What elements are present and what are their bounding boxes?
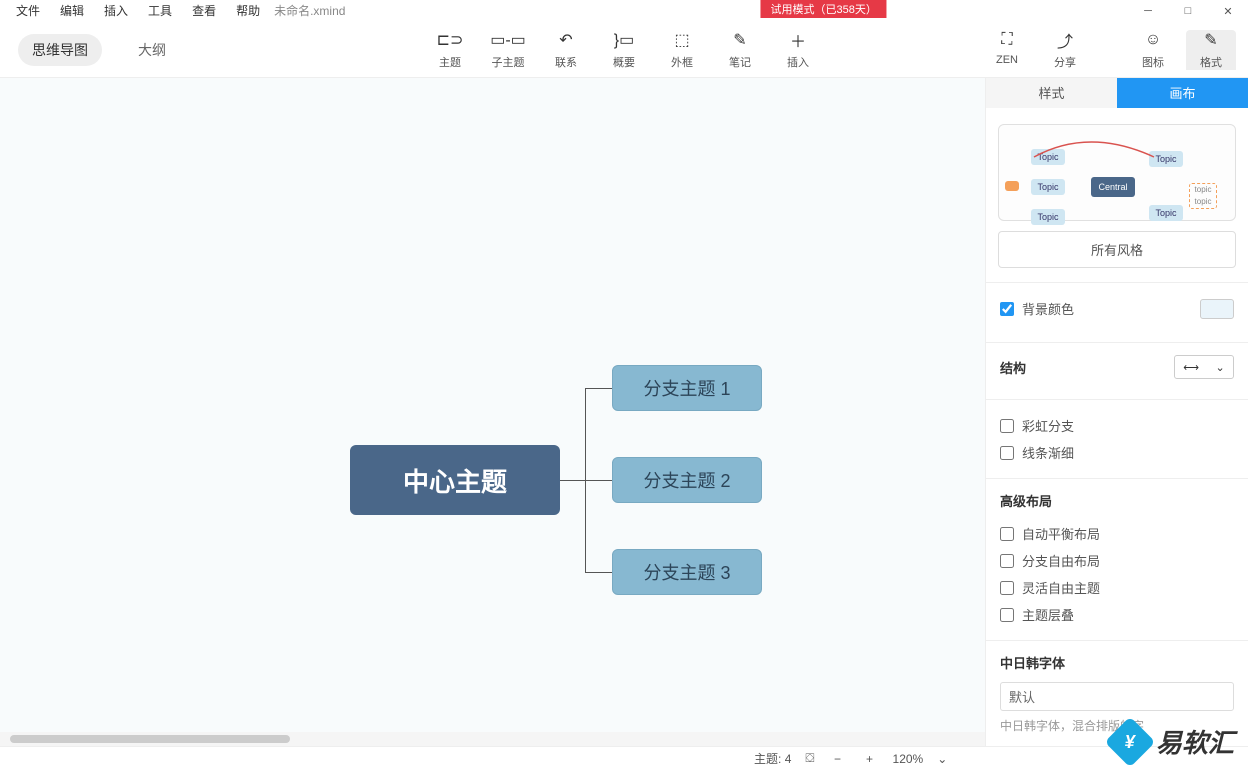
auto-balance-checkbox[interactable]: 自动平衡布局 bbox=[1000, 520, 1234, 547]
tool-insert[interactable]: ＋插入 bbox=[773, 30, 823, 70]
zoom-out-button[interactable]: − bbox=[829, 752, 847, 766]
free-topic-checkbox[interactable]: 灵活自由主题 bbox=[1000, 574, 1234, 601]
tool-summary[interactable]: }▭概要 bbox=[599, 30, 649, 70]
smile-icon: ☺ bbox=[1145, 30, 1161, 50]
structure-select[interactable]: ⟷⌄ bbox=[1174, 355, 1234, 379]
tool-relation[interactable]: ↶联系 bbox=[541, 30, 591, 70]
chevron-down-icon[interactable]: ⌄ bbox=[937, 752, 947, 766]
connector bbox=[585, 480, 612, 481]
tool-boundary[interactable]: ⬚外框 bbox=[657, 30, 707, 70]
plus-icon: ＋ bbox=[790, 30, 806, 50]
cjk-font-hint: 中日韩字体，混合排版的字 bbox=[1000, 717, 1234, 734]
branch-topic-2[interactable]: 分支主题 2 bbox=[612, 457, 762, 503]
maximize-button[interactable]: □ bbox=[1168, 0, 1208, 22]
boundary-icon: ⬚ bbox=[674, 30, 689, 50]
subtopic-icon: ▭-▭ bbox=[490, 30, 526, 50]
zen-icon: ⛶ bbox=[1001, 30, 1012, 50]
sidebar-tab-canvas[interactable]: 画布 bbox=[1117, 78, 1248, 108]
menu-view[interactable]: 查看 bbox=[182, 0, 226, 21]
zoom-level[interactable]: 120% bbox=[893, 752, 924, 766]
canvas[interactable]: 中心主题 分支主题 1 分支主题 2 分支主题 3 bbox=[0, 78, 986, 746]
tool-note[interactable]: ✎笔记 bbox=[715, 30, 765, 70]
menu-tools[interactable]: 工具 bbox=[138, 0, 182, 21]
menubar: 文件 编辑 插入 工具 查看 帮助 未命名.xmind bbox=[0, 0, 1248, 22]
preview-central: Central bbox=[1091, 177, 1135, 197]
tool-zen[interactable]: ⛶ZEN bbox=[982, 30, 1032, 70]
horizontal-scrollbar[interactable] bbox=[0, 732, 985, 746]
theme-preview[interactable]: Central Topic Topic Topic Topic Topic to… bbox=[998, 124, 1236, 221]
note-icon: ✎ bbox=[733, 30, 746, 50]
all-styles-button[interactable]: 所有风格 bbox=[998, 231, 1236, 268]
overlap-checkbox[interactable]: 主题层叠 bbox=[1000, 601, 1234, 628]
preview-relation-arc bbox=[1029, 135, 1159, 165]
free-branch-checkbox[interactable]: 分支自由布局 bbox=[1000, 547, 1234, 574]
advanced-layout-title: 高级布局 bbox=[1000, 491, 1234, 510]
tool-topic[interactable]: ⊏⊃主题 bbox=[425, 30, 475, 70]
connector bbox=[560, 480, 585, 481]
zoom-in-button[interactable]: + bbox=[861, 752, 879, 766]
topic-count-label: 主题: 4 bbox=[754, 750, 791, 767]
scrollbar-thumb[interactable] bbox=[10, 735, 290, 743]
minimize-button[interactable]: ─ bbox=[1128, 0, 1168, 22]
structure-icon: ⟷ bbox=[1183, 361, 1199, 374]
main-area: 中心主题 分支主题 1 分支主题 2 分支主题 3 样式 画布 Central … bbox=[0, 78, 1248, 746]
preview-sub: topic bbox=[1191, 197, 1215, 207]
map-icon[interactable]: ⛋ bbox=[805, 751, 814, 766]
menu-help[interactable]: 帮助 bbox=[226, 0, 270, 21]
bg-color-checkbox[interactable]: 背景颜色 bbox=[1000, 295, 1074, 322]
branch-topic-1[interactable]: 分支主题 1 bbox=[612, 365, 762, 411]
filename-label: 未命名.xmind bbox=[274, 2, 345, 19]
cjk-font-title: 中日韩字体 bbox=[1000, 653, 1234, 672]
connector bbox=[585, 388, 612, 389]
tool-format[interactable]: ✎格式 bbox=[1186, 30, 1236, 70]
menu-edit[interactable]: 编辑 bbox=[50, 0, 94, 21]
structure-label: 结构 bbox=[1000, 358, 1026, 377]
branch-topic-3[interactable]: 分支主题 3 bbox=[612, 549, 762, 595]
share-icon: ⤴ bbox=[1057, 30, 1073, 50]
format-sidebar: 样式 画布 Central Topic Topic Topic Topic To… bbox=[986, 78, 1248, 746]
menu-file[interactable]: 文件 bbox=[6, 0, 50, 21]
tapered-checkbox[interactable]: 线条渐细 bbox=[1000, 439, 1234, 466]
bg-color-swatch[interactable] bbox=[1200, 299, 1234, 319]
preview-topic: Topic bbox=[1149, 205, 1183, 221]
cjk-font-select[interactable]: 默认 bbox=[1000, 682, 1234, 711]
window-controls: ─ □ ✕ bbox=[1128, 0, 1248, 22]
preview-floating bbox=[1005, 181, 1019, 191]
tool-share[interactable]: ⤴分享 bbox=[1040, 30, 1090, 70]
view-tab-mindmap[interactable]: 思维导图 bbox=[18, 34, 102, 66]
preview-sub: topic bbox=[1191, 185, 1215, 195]
sidebar-tab-style[interactable]: 样式 bbox=[986, 78, 1117, 108]
rainbow-checkbox[interactable]: 彩虹分支 bbox=[1000, 412, 1234, 439]
central-topic-node[interactable]: 中心主题 bbox=[350, 445, 560, 515]
menu-insert[interactable]: 插入 bbox=[94, 0, 138, 21]
tool-icons[interactable]: ☺图标 bbox=[1128, 30, 1178, 70]
statusbar: 主题: 4 ⛋ − + 120% ⌄ bbox=[0, 746, 1248, 770]
view-tab-outline[interactable]: 大纲 bbox=[124, 34, 180, 66]
tool-subtopic[interactable]: ▭-▭子主题 bbox=[483, 30, 533, 70]
preview-topic: Topic bbox=[1031, 209, 1065, 225]
connector bbox=[585, 572, 612, 573]
preview-topic: Topic bbox=[1031, 179, 1065, 195]
toolbar: 思维导图 大纲 ⊏⊃主题 ▭-▭子主题 ↶联系 }▭概要 ⬚外框 ✎笔记 ＋插入… bbox=[0, 22, 1248, 78]
chevron-down-icon: ⌄ bbox=[1216, 361, 1225, 374]
summary-icon: }▭ bbox=[614, 30, 634, 50]
brush-icon: ✎ bbox=[1204, 30, 1217, 50]
topic-icon: ⊏⊃ bbox=[437, 30, 464, 50]
trial-mode-badge[interactable]: 试用模式（已358天） bbox=[760, 0, 886, 18]
close-button[interactable]: ✕ bbox=[1208, 0, 1248, 22]
relation-icon: ↶ bbox=[559, 30, 572, 50]
